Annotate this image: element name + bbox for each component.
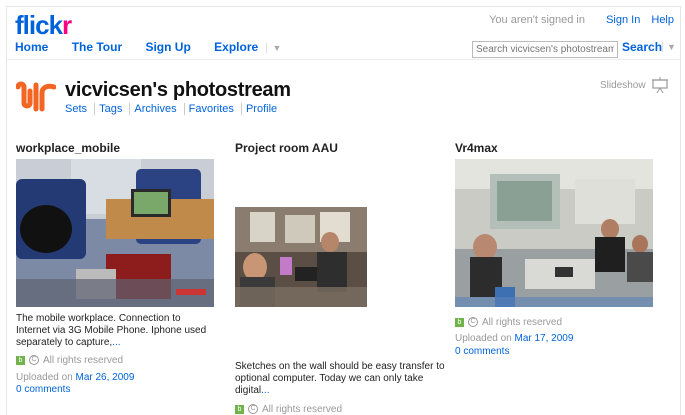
more-link[interactable]: ... — [261, 385, 269, 396]
copyright-icon: C — [248, 404, 258, 415]
nav-signup[interactable]: Sign Up — [145, 40, 190, 54]
help-link[interactable]: Help — [651, 14, 674, 26]
subnav-archives[interactable]: Archives — [129, 103, 181, 115]
header-divider — [7, 59, 680, 60]
copyright-icon: C — [29, 355, 39, 366]
flickr-logo[interactable]: flickr — [15, 10, 72, 41]
rights-notice-1: b C All rights reserved — [16, 355, 123, 366]
account-links: You aren't signed in Sign In Help — [489, 14, 674, 26]
rights-notice-2: b C All rights reserved — [235, 404, 342, 415]
slideshow-link[interactable]: Slideshow — [600, 80, 646, 91]
cc-icon[interactable]: b — [235, 404, 244, 414]
comments-link[interactable]: 0 comments — [16, 384, 70, 395]
page-title: vicvicsen's photostream — [65, 79, 291, 101]
upload-date-link[interactable]: Mar 17, 2009 — [515, 333, 574, 344]
subnav-favorites[interactable]: Favorites — [183, 103, 238, 115]
copyright-icon: C — [468, 317, 478, 328]
photo-vr4max[interactable] — [455, 159, 653, 307]
main-nav: Home The Tour Sign Up Explore ▼ — [15, 40, 281, 54]
nav-tour[interactable]: The Tour — [72, 40, 122, 54]
search-button[interactable]: Search — [622, 40, 662, 54]
sign-in-link[interactable]: Sign In — [606, 14, 640, 26]
cc-icon[interactable]: b — [455, 317, 464, 327]
nav-home[interactable]: Home — [15, 40, 48, 54]
photo-title-3[interactable]: Vr4max — [455, 141, 498, 155]
upload-date-3: Uploaded on Mar 17, 2009 — [455, 333, 574, 344]
upload-date-link[interactable]: Mar 26, 2009 — [76, 372, 135, 383]
subnav-tags[interactable]: Tags — [94, 103, 127, 115]
upload-date-1: Uploaded on Mar 26, 2009 — [16, 372, 135, 383]
signed-status: You aren't signed in — [489, 14, 585, 26]
photo-caption-1: The mobile workplace. Connection to Inte… — [16, 313, 207, 348]
nav-explore[interactable]: Explore — [214, 40, 258, 54]
photo-title-2[interactable]: Project room AAU — [235, 141, 338, 155]
subnav-sets[interactable]: Sets — [65, 103, 91, 115]
page-frame: flickr You aren't signed in Sign In Help… — [6, 6, 681, 415]
photo-workplace-mobile[interactable] — [16, 159, 214, 307]
photo-title-1[interactable]: workplace_mobile — [16, 141, 120, 155]
chevron-down-icon[interactable]: ▼ — [265, 43, 281, 53]
chevron-down-icon[interactable]: ▼ — [662, 42, 676, 52]
slideshow-icon[interactable] — [652, 77, 668, 93]
cc-icon[interactable]: b — [16, 355, 25, 365]
photo-project-room[interactable] — [235, 207, 367, 307]
rights-notice-3: b C All rights reserved — [455, 317, 562, 328]
photo-caption-2: Sketches on the wall should be easy tran… — [235, 361, 445, 396]
comments-link[interactable]: 0 comments — [455, 346, 509, 357]
photostream-subnav: Sets Tags Archives Favorites Profile — [65, 103, 282, 115]
buddy-icon[interactable] — [16, 79, 56, 115]
subnav-profile[interactable]: Profile — [240, 103, 282, 115]
more-link[interactable]: ... — [112, 337, 120, 348]
search-input[interactable] — [472, 41, 618, 58]
